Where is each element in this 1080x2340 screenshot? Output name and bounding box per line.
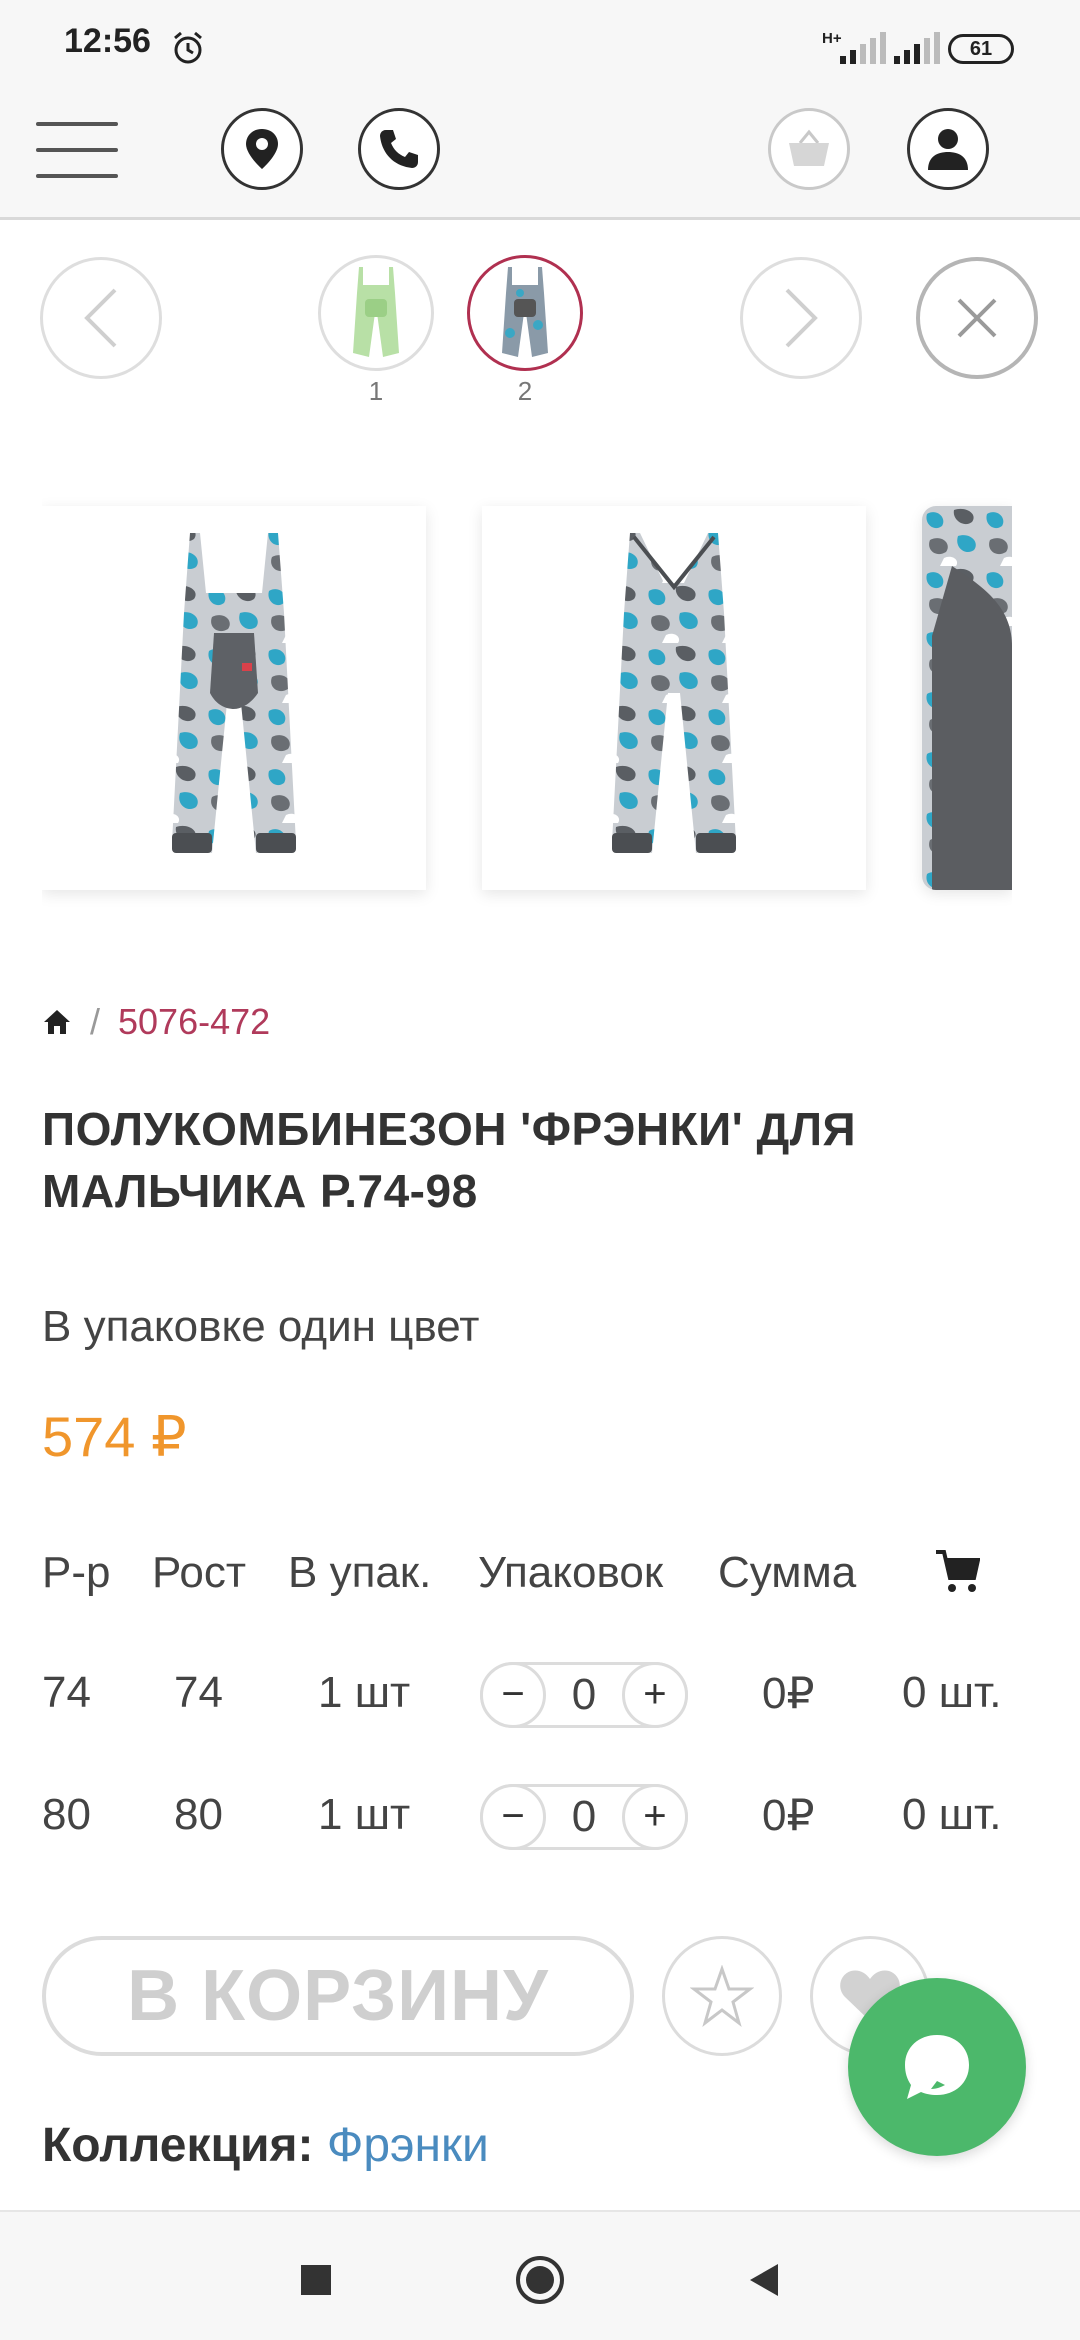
phone-icon xyxy=(380,130,418,168)
pack-note: В упаковке один цвет xyxy=(42,1302,480,1351)
close-icon xyxy=(957,298,997,338)
row-1-quantity-value[interactable]: 0 xyxy=(572,1670,596,1720)
collection-link[interactable]: Фрэнки xyxy=(327,2119,489,2172)
alarm-icon xyxy=(174,31,202,64)
chevron-left-icon xyxy=(84,288,117,348)
row-2-sum: 0₽ xyxy=(762,1791,815,1840)
row-1-increment-button[interactable]: + xyxy=(621,1662,688,1728)
add-to-cart-button[interactable]: В КОРЗИНУ xyxy=(42,1936,634,2056)
product-gallery[interactable] xyxy=(42,470,1012,940)
row-1-quantity-stepper: − 0 + xyxy=(480,1662,688,1728)
square-icon xyxy=(301,2265,331,2295)
col-header-sum: Сумма xyxy=(718,1548,857,1597)
prev-product-button[interactable] xyxy=(40,257,162,379)
basket-icon xyxy=(789,129,829,166)
hamburger-icon[interactable] xyxy=(36,122,118,178)
gallery-image-back[interactable] xyxy=(482,506,866,890)
chat-button[interactable] xyxy=(848,1978,1026,2156)
gallery-image-detail[interactable] xyxy=(922,506,1012,890)
thumbnail-1[interactable] xyxy=(318,255,434,371)
home-nav-button[interactable] xyxy=(512,2252,568,2308)
next-product-button[interactable] xyxy=(740,257,862,379)
account-button[interactable] xyxy=(907,108,989,190)
status-time: 12:56 xyxy=(64,22,151,60)
row-1-size: 74 xyxy=(42,1668,91,1717)
collection-label: Коллекция: xyxy=(42,2119,314,2172)
recent-apps-button[interactable] xyxy=(288,2252,344,2308)
signal-icon xyxy=(840,32,886,64)
row-2-decrement-button[interactable]: − xyxy=(480,1784,546,1850)
thumbnail-1-number: 1 xyxy=(368,376,384,406)
row-1-sum: 0₽ xyxy=(762,1669,815,1718)
chevron-right-icon xyxy=(785,288,818,348)
thumbnail-2[interactable] xyxy=(467,255,583,371)
back-nav-button[interactable] xyxy=(736,2252,792,2308)
triangle-back-icon xyxy=(750,2264,778,2296)
col-header-packs: Упаковок xyxy=(478,1548,664,1597)
overalls-thumbnail-camo xyxy=(502,267,548,357)
col-header-size: Р-р xyxy=(42,1548,111,1597)
status-bar: 12:56 H+ 61 xyxy=(0,0,1080,78)
user-icon xyxy=(928,129,968,170)
location-button[interactable] xyxy=(221,108,303,190)
system-navigation-bar xyxy=(0,2210,1080,2340)
compare-button[interactable] xyxy=(662,1936,782,2056)
circle-icon xyxy=(516,2256,564,2304)
row-2-quantity-stepper: − 0 + xyxy=(480,1784,688,1850)
home-icon[interactable] xyxy=(42,1007,72,1037)
col-header-height: Рост xyxy=(152,1548,247,1597)
row-2-per-pack: 1 шт xyxy=(318,1790,411,1839)
chat-bubble-icon xyxy=(905,2035,969,2099)
gallery-image-front[interactable] xyxy=(42,506,426,890)
phone-button[interactable] xyxy=(358,108,440,190)
breadcrumb-separator: / xyxy=(90,1001,101,1042)
row-1-per-pack: 1 шт xyxy=(318,1668,411,1717)
row-2-quantity-value[interactable]: 0 xyxy=(572,1792,596,1842)
basket-button[interactable] xyxy=(768,108,850,190)
site-header xyxy=(0,78,1080,220)
overalls-front-image xyxy=(172,533,296,853)
row-2-height: 80 xyxy=(174,1790,223,1839)
product-price: 574 ₽ xyxy=(42,1405,187,1468)
battery-icon: 61 xyxy=(948,34,1014,64)
cart-icon xyxy=(936,1550,980,1592)
overalls-detail-image xyxy=(922,506,1012,890)
row-1-count: 0 шт. xyxy=(902,1668,1002,1717)
row-2-size: 80 xyxy=(42,1790,91,1839)
signal-icon-2 xyxy=(894,32,940,64)
close-button[interactable] xyxy=(916,257,1038,379)
overalls-back-image xyxy=(612,533,736,853)
breadcrumb: / 5076-472 xyxy=(42,1000,270,1044)
row-2-increment-button[interactable]: + xyxy=(621,1784,688,1850)
breadcrumb-current[interactable]: 5076-472 xyxy=(118,1001,270,1043)
overalls-thumbnail-green xyxy=(353,267,399,357)
col-header-per-pack: В упак. xyxy=(288,1548,432,1597)
row-2-count: 0 шт. xyxy=(902,1790,1002,1839)
thumbnail-2-number: 2 xyxy=(517,376,533,406)
collection-row: Коллекция: Фрэнки xyxy=(42,2118,489,2173)
row-1-height: 74 xyxy=(174,1668,223,1717)
row-1-decrement-button[interactable]: − xyxy=(480,1662,546,1728)
product-title: ПОЛУКОМБИНЕЗОН 'ФРЭНКИ' ДЛЯ МАЛЬЧИКА Р.7… xyxy=(42,1103,857,1217)
star-icon xyxy=(690,1965,754,2027)
map-pin-icon xyxy=(246,129,278,169)
